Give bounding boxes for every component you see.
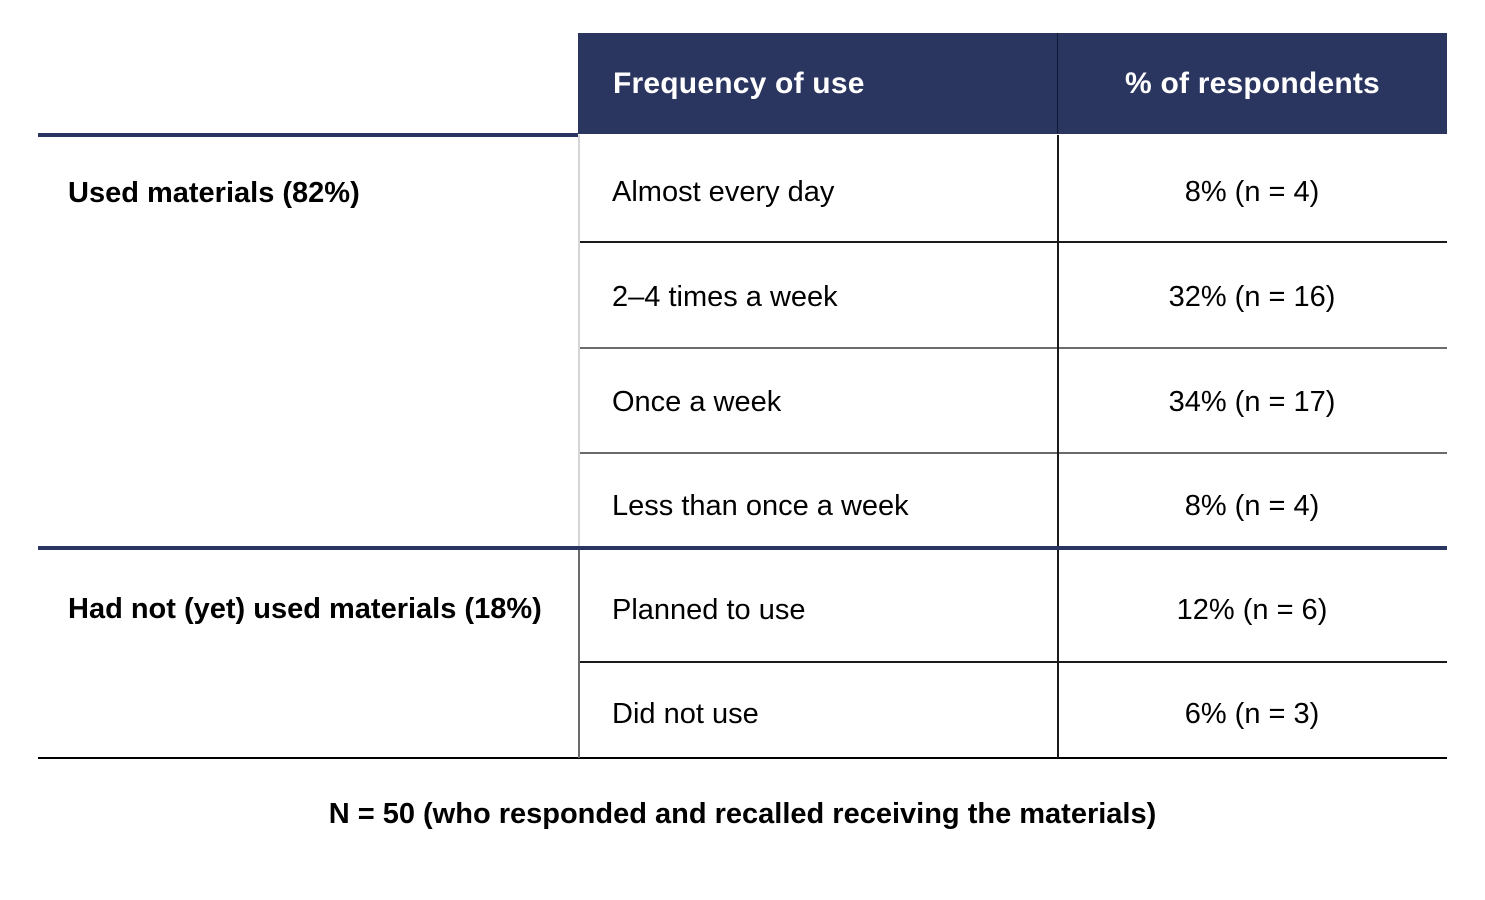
rule-top-left-navy (38, 133, 578, 137)
group-label-had-not-used-materials: Had not (yet) used materials (18%) (68, 593, 542, 625)
rule-vertical-left-upper (578, 135, 580, 546)
table-row-frequency-3: Less than once a week (612, 490, 909, 522)
column-header-frequency-of-use: Frequency of use (613, 66, 865, 100)
table-footnote: N = 50 (who responded and recalled recei… (328, 798, 1157, 830)
rule-row-divider-3 (578, 452, 1447, 454)
rule-row-divider-1 (578, 241, 1447, 243)
table-row-percent-3: 8% (n = 4) (1184, 490, 1320, 522)
rule-vertical-left-lower (578, 550, 580, 758)
table-row-percent-2: 34% (n = 17) (1168, 386, 1336, 418)
rule-row-divider-2 (578, 347, 1447, 349)
rule-section-divider (38, 546, 1447, 550)
table-row-percent-1: 32% (n = 16) (1168, 281, 1336, 313)
rule-table-bottom (38, 757, 1447, 759)
rule-row-divider-4 (578, 661, 1447, 663)
table-row-percent-5: 6% (n = 3) (1184, 698, 1320, 730)
table-row-frequency-5: Did not use (612, 698, 759, 730)
table-row-frequency-1: 2–4 times a week (612, 281, 838, 313)
table-row-frequency-4: Planned to use (612, 594, 806, 626)
column-header-percent-of-respondents: % of respondents (1057, 33, 1447, 134)
table-row-percent-4: 12% (n = 6) (1176, 594, 1328, 626)
group-label-used-materials: Used materials (82%) (68, 177, 360, 209)
table-row-frequency-0: Almost every day (612, 176, 835, 208)
table-header-row: Frequency of use % of respondents (578, 33, 1447, 134)
table-row-percent-0: 8% (n = 4) (1184, 176, 1320, 208)
table-row-frequency-2: Once a week (612, 386, 782, 418)
frequency-of-use-table-figure: Frequency of use % of respondents Used m… (0, 0, 1485, 900)
